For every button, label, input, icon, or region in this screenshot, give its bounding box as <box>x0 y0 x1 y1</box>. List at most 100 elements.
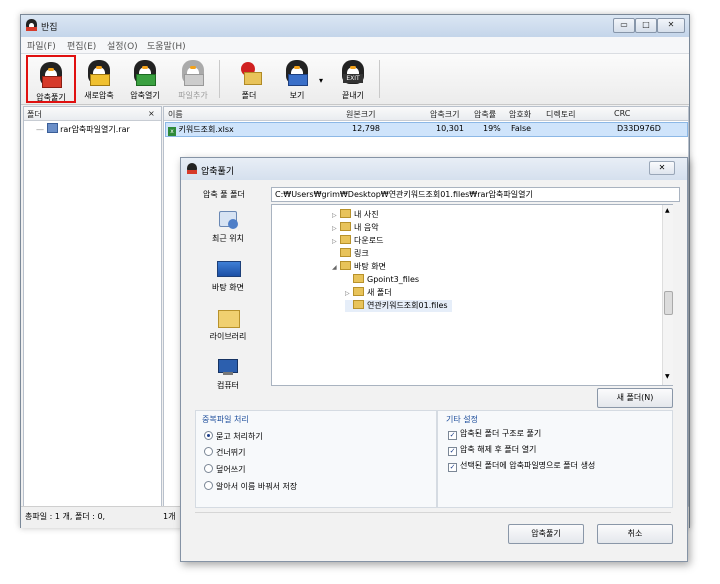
checkbox-checked-icon[interactable]: ✓ <box>448 431 457 440</box>
folder-pane-close-icon[interactable]: × <box>148 109 155 118</box>
tree-expand-icon[interactable]: ◢ <box>332 264 340 271</box>
dialog-close-button[interactable]: ✕ <box>649 161 675 175</box>
tree-node[interactable]: ▷ 내 음악 <box>332 222 379 234</box>
dup-option-rename[interactable]: 알아서 이름 바꿔서 저장 <box>204 481 297 492</box>
col-encryption[interactable]: 암호화 <box>509 109 531 120</box>
table-row[interactable]: x 키워드조회.xlsx 12,798 10,301 19% False D33… <box>165 122 688 137</box>
open-archive-icon <box>132 60 158 86</box>
scroll-down-icon[interactable]: ▼ <box>665 373 670 380</box>
tree-expand-icon[interactable]: ▷ <box>332 225 340 232</box>
radio-icon[interactable] <box>204 464 213 473</box>
toolbar-add-file-button[interactable]: 파일추가 <box>169 55 217 101</box>
menu-file[interactable]: 파일(F) <box>27 39 56 52</box>
other-settings-title: 기타 설정 <box>446 415 478 424</box>
archive-icon <box>46 123 58 133</box>
toolbar-exit-button[interactable]: EXIT 끝내기 <box>329 55 377 101</box>
file-compressed-size: 10,301 <box>436 124 464 133</box>
archive-tree-item[interactable]: — rar압축파일열기.rar <box>36 123 130 135</box>
tree-expand-icon[interactable]: ▷ <box>345 290 353 297</box>
col-directory[interactable]: 디렉토리 <box>546 109 575 120</box>
opt-create-archive-folder[interactable]: ✓ 선택된 폴더에 압축파일명으로 폴더 생성 <box>448 460 595 472</box>
menu-bar: 파일(F) 편집(E) 설정(O) 도움말(H) <box>21 37 689 54</box>
menu-edit[interactable]: 편집(E) <box>67 39 96 52</box>
cancel-button[interactable]: 취소 <box>597 524 673 544</box>
col-original-size[interactable]: 원본크기 <box>346 109 375 120</box>
toolbar-view-button[interactable]: 보기 <box>273 55 321 101</box>
dialog-title-bar[interactable]: 압축풀기 ✕ <box>181 158 687 180</box>
menu-help[interactable]: 도움말(H) <box>147 39 186 52</box>
view-dropdown-arrow-icon[interactable]: ▾ <box>319 76 323 85</box>
dup-option-overwrite[interactable]: 덮어쓰기 <box>204 464 245 475</box>
folder-pane: 폴더 × — rar압축파일열기.rar <box>23 106 162 507</box>
folder-pane-title: 폴더 <box>27 110 42 119</box>
dup-option-label: 덮어쓰기 <box>216 465 246 474</box>
exit-icon: EXIT <box>340 60 366 86</box>
toolbar-extract-label: 압축풀기 <box>36 93 66 102</box>
file-name-cell: x 키워드조회.xlsx <box>168 124 234 136</box>
tree-node[interactable]: ▷ 내 사진 <box>332 209 379 221</box>
toolbar-new-archive-button[interactable]: 새로압축 <box>75 55 123 101</box>
new-folder-button[interactable]: 새 폴더(N) <box>597 388 673 408</box>
tree-node[interactable]: ◢ 바탕 화면 <box>332 261 386 273</box>
minimize-button[interactable]: ▭ <box>613 18 635 33</box>
scroll-up-icon[interactable]: ▲ <box>665 207 670 214</box>
toolbar-exit-label: 끝내기 <box>341 91 365 100</box>
recent-places-icon <box>216 211 240 229</box>
tree-node[interactable]: Gpoint3_files <box>345 274 419 286</box>
file-name: 키워드조회.xlsx <box>178 125 234 134</box>
close-button[interactable]: ✕ <box>657 18 685 33</box>
status-file-count: 총파일 : 1 개, 폴더 : 0, <box>25 512 106 521</box>
opt-keep-folder-structure[interactable]: ✓ 압축된 폴더 구조로 풀기 <box>448 428 541 440</box>
toolbar-open-archive-button[interactable]: 압축열기 <box>121 55 169 101</box>
archive-tree-label: rar압축파일열기.rar <box>60 125 130 134</box>
place-computer-label: 컴퓨터 <box>216 381 240 390</box>
toolbar-folder-button[interactable]: 폴더 <box>225 55 273 101</box>
extract-icon <box>38 62 64 88</box>
place-recent-label: 최근 위치 <box>212 234 244 243</box>
extract-ok-button[interactable]: 압축풀기 <box>508 524 584 544</box>
maximize-button[interactable]: □ <box>635 18 657 33</box>
col-name[interactable]: 이름 <box>168 109 183 120</box>
dup-option-ask[interactable]: 묻고 처리하기 <box>204 431 263 442</box>
place-libraries[interactable]: 라이브러리 <box>191 309 265 355</box>
places-bar: 최근 위치 바탕 화면 라이브러리 컴퓨터 <box>191 208 265 390</box>
title-bar[interactable]: 반집 ▭ □ ✕ <box>21 15 689 37</box>
libraries-icon <box>216 309 240 328</box>
tree-node[interactable]: ▷ 다운로드 <box>332 235 383 247</box>
dialog-divider <box>195 512 671 513</box>
radio-icon[interactable] <box>204 481 213 490</box>
duplicate-handling-group: 중복파일 처리 묻고 처리하기 건너뛰기 덮어쓰기 알아서 이름 바꿔서 저장 <box>195 410 437 508</box>
target-folder-input[interactable]: C:₩Users₩grim₩Desktop₩연관키워드조회01.files₩ra… <box>271 187 680 202</box>
tree-scrollbar[interactable]: ▲ ▼ <box>662 205 673 385</box>
toolbar-extract-button[interactable]: 압축풀기 <box>26 55 76 103</box>
place-desktop[interactable]: 바탕 화면 <box>191 260 265 306</box>
file-encryption: False <box>511 124 532 133</box>
folder-icon <box>353 274 364 283</box>
checkbox-checked-icon[interactable]: ✓ <box>448 447 457 456</box>
computer-icon <box>216 358 240 376</box>
other-settings-group: 기타 설정 ✓ 압축된 폴더 구조로 풀기 ✓ 압축 해제 후 폴더 열기 ✓ 선택된… <box>437 410 673 508</box>
radio-selected-icon[interactable] <box>204 431 213 440</box>
tree-node-selected[interactable]: 연관키워드조회01.files <box>345 300 452 312</box>
tree-node[interactable]: ▷ 새 폴더 <box>345 287 392 299</box>
file-original-size: 12,798 <box>352 124 380 133</box>
folder-icon <box>353 287 364 296</box>
file-list-header: 이름 원본크기 압축크기 압축률 암호화 디렉토리 CRC <box>164 107 688 121</box>
file-crc: D33D976D <box>617 124 661 133</box>
dup-option-label: 알아서 이름 바꿔서 저장 <box>216 482 298 491</box>
excel-file-icon: x <box>168 127 176 136</box>
checkbox-checked-icon[interactable]: ✓ <box>448 463 457 472</box>
dup-option-skip[interactable]: 건너뛰기 <box>204 447 245 458</box>
opt-open-folder-after[interactable]: ✓ 압축 해제 후 폴더 열기 <box>448 444 536 456</box>
tree-expand-icon[interactable]: ▷ <box>332 238 340 245</box>
tree-node[interactable]: 링크 <box>332 248 369 260</box>
col-crc[interactable]: CRC <box>614 109 630 118</box>
menu-settings[interactable]: 설정(O) <box>107 39 138 52</box>
place-recent[interactable]: 최근 위치 <box>191 211 265 257</box>
place-computer[interactable]: 컴퓨터 <box>191 358 265 404</box>
col-compressed-size[interactable]: 압축크기 <box>430 109 459 120</box>
scroll-thumb[interactable] <box>664 291 673 315</box>
col-ratio[interactable]: 압축률 <box>474 109 496 120</box>
radio-icon[interactable] <box>204 447 213 456</box>
tree-expand-icon[interactable]: ▷ <box>332 212 340 219</box>
